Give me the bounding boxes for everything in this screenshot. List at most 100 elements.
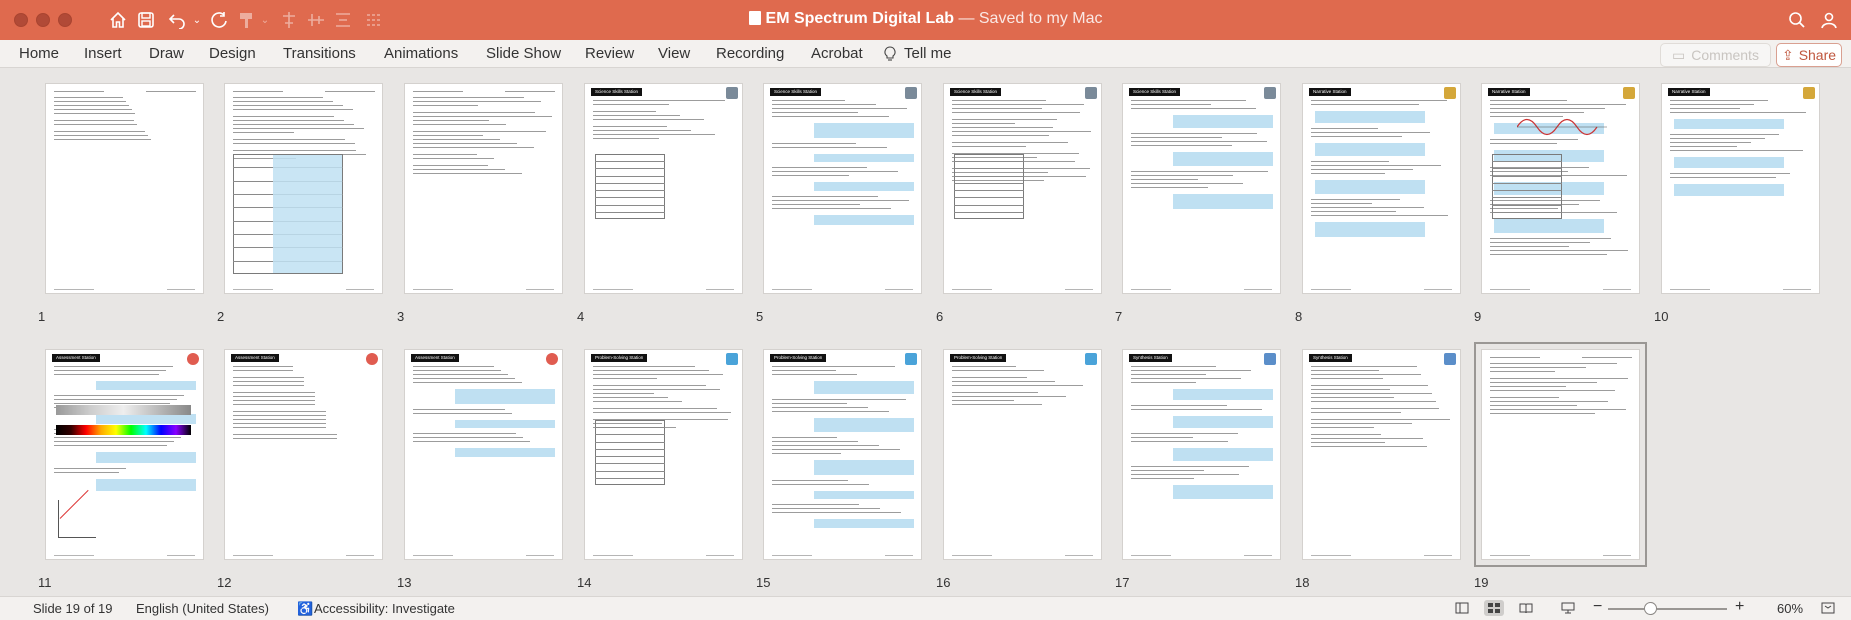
- station-icon: [1085, 87, 1097, 99]
- tab-recording[interactable]: Recording: [716, 45, 784, 62]
- slide-station-header: Narrative Station: [1309, 88, 1351, 96]
- account-icon[interactable]: [1818, 9, 1840, 31]
- comments-button[interactable]: ▭ Comments: [1660, 43, 1771, 67]
- tab-transitions[interactable]: Transitions: [283, 45, 356, 62]
- slide-number: 19: [1474, 575, 1489, 590]
- slide-number: 3: [397, 309, 405, 324]
- zoom-slider-track-right[interactable]: [1657, 608, 1727, 610]
- slide-station-header: Synthesis Station: [1129, 354, 1172, 362]
- slide-thumbnail[interactable]: Science Skills Station: [584, 83, 743, 294]
- slide-thumbnail[interactable]: Science Skills Station: [1122, 83, 1281, 294]
- slide-thumbnail[interactable]: Problem-Solving Station: [763, 349, 922, 560]
- slide-thumbnail[interactable]: Problem-Solving Station: [943, 349, 1102, 560]
- slide-station-header: Science Skills Station: [770, 88, 822, 96]
- tab-review[interactable]: Review: [585, 45, 634, 62]
- slide-number: 11: [38, 575, 52, 590]
- accessibility-status[interactable]: Accessibility: Investigate: [314, 601, 455, 616]
- slide-thumbnail[interactable]: [45, 83, 204, 294]
- station-icon: [726, 353, 738, 365]
- align-middle-icon: [305, 9, 327, 31]
- slide-thumbnail[interactable]: Synthesis Station: [1302, 349, 1461, 560]
- station-icon: [187, 353, 199, 365]
- slide-station-header: Problem-Solving Station: [591, 354, 648, 362]
- tab-view[interactable]: View: [658, 45, 690, 62]
- slide-number: 2: [217, 309, 225, 324]
- slide-sorter-view-icon[interactable]: [1484, 600, 1504, 616]
- search-icon[interactable]: [1786, 9, 1808, 31]
- reading-view-icon[interactable]: [1516, 600, 1536, 616]
- share-button[interactable]: ⇪ Share: [1776, 43, 1842, 67]
- tab-slide-show[interactable]: Slide Show: [486, 45, 561, 62]
- slide-number: 7: [1115, 309, 1123, 324]
- slide-thumbnail[interactable]: Problem-Solving Station: [584, 349, 743, 560]
- slide-thumbnail[interactable]: Assessment Station: [45, 349, 204, 560]
- station-icon: [905, 87, 917, 99]
- tab-insert[interactable]: Insert: [84, 45, 122, 62]
- slide-station-header: Assessment Station: [231, 354, 279, 362]
- slide-sorter: 1 2 3 Science Skills Station 4 Science Skills…: [0, 69, 1851, 595]
- station-icon: [1085, 353, 1097, 365]
- format-painter-icon: [236, 9, 258, 31]
- slide-thumbnail[interactable]: Science Skills Station: [763, 83, 922, 294]
- station-icon: [905, 353, 917, 365]
- distribute-icon: [332, 9, 354, 31]
- slide-thumbnail[interactable]: Synthesis Station: [1122, 349, 1281, 560]
- redo-icon[interactable]: [208, 9, 230, 31]
- slide-thumbnail[interactable]: [404, 83, 563, 294]
- comment-icon: ▭: [1672, 46, 1686, 63]
- slide-station-header: Narrative Station: [1488, 88, 1530, 96]
- slide-thumbnail[interactable]: Assessment Station: [224, 349, 383, 560]
- slide-number: 14: [577, 575, 592, 590]
- tab-animations[interactable]: Animations: [384, 45, 458, 62]
- station-icon: [366, 353, 378, 365]
- slide-number: 16: [936, 575, 951, 590]
- zoom-level[interactable]: 60%: [1777, 601, 1803, 616]
- ribbon-tab-bar: Home Insert Draw Design Transitions Anim…: [0, 40, 1851, 68]
- zoom-in-button[interactable]: +: [1735, 598, 1744, 616]
- slide-thumbnail[interactable]: [224, 83, 383, 294]
- tab-draw[interactable]: Draw: [149, 45, 184, 62]
- slide-thumbnail[interactable]: Assessment Station: [404, 349, 563, 560]
- tab-design[interactable]: Design: [209, 45, 256, 62]
- slide-thumbnail[interactable]: Narrative Station: [1481, 83, 1640, 294]
- slide-station-header: Assessment Station: [411, 354, 459, 362]
- slide-thumbnail[interactable]: Narrative Station: [1302, 83, 1461, 294]
- share-icon: ⇪: [1781, 46, 1794, 63]
- undo-dropdown-chevron-icon[interactable]: ⌄: [190, 9, 204, 31]
- tell-me-search[interactable]: Tell me: [904, 45, 952, 62]
- slide-station-header: Problem-Solving Station: [950, 354, 1007, 362]
- tab-home[interactable]: Home: [19, 45, 59, 62]
- slide-station-header: Science Skills Station: [1129, 88, 1181, 96]
- minimize-window-button[interactable]: [36, 13, 50, 27]
- slide-number: 5: [756, 309, 764, 324]
- slide-number: 13: [397, 575, 412, 590]
- language-indicator[interactable]: English (United States): [136, 601, 269, 616]
- normal-view-icon[interactable]: [1452, 600, 1472, 616]
- undo-icon[interactable]: [166, 9, 188, 31]
- slide-thumbnail[interactable]: Narrative Station: [1661, 83, 1820, 294]
- slide-thumbnail[interactable]: Science Skills Station: [943, 83, 1102, 294]
- slide-station-header: Problem-Solving Station: [770, 354, 827, 362]
- slide-indicator: Slide 19 of 19: [33, 601, 113, 616]
- slide-number: 18: [1295, 575, 1310, 590]
- slide-number: 6: [936, 309, 944, 324]
- zoom-slider-track[interactable]: [1608, 608, 1644, 610]
- document-title: EM Spectrum Digital Lab: [765, 10, 954, 27]
- home-icon[interactable]: [107, 9, 129, 31]
- zoom-out-button[interactable]: −: [1593, 598, 1602, 616]
- slide-number: 1: [38, 309, 46, 324]
- fit-to-window-icon[interactable]: [1818, 600, 1838, 616]
- slide-show-view-icon[interactable]: [1558, 600, 1578, 616]
- slide-number: 4: [577, 309, 585, 324]
- slide-thumbnail[interactable]: [1474, 342, 1647, 567]
- zoom-slider-thumb[interactable]: [1644, 602, 1657, 615]
- accessibility-icon[interactable]: ♿: [297, 601, 313, 617]
- powerpoint-doc-icon: [748, 11, 761, 25]
- save-icon[interactable]: [135, 9, 157, 31]
- tab-acrobat[interactable]: Acrobat: [811, 45, 863, 62]
- align-icon: [278, 9, 300, 31]
- lightbulb-icon: [884, 46, 896, 61]
- zoom-window-button[interactable]: [58, 13, 72, 27]
- close-window-button[interactable]: [14, 13, 28, 27]
- slide-number: 8: [1295, 309, 1303, 324]
